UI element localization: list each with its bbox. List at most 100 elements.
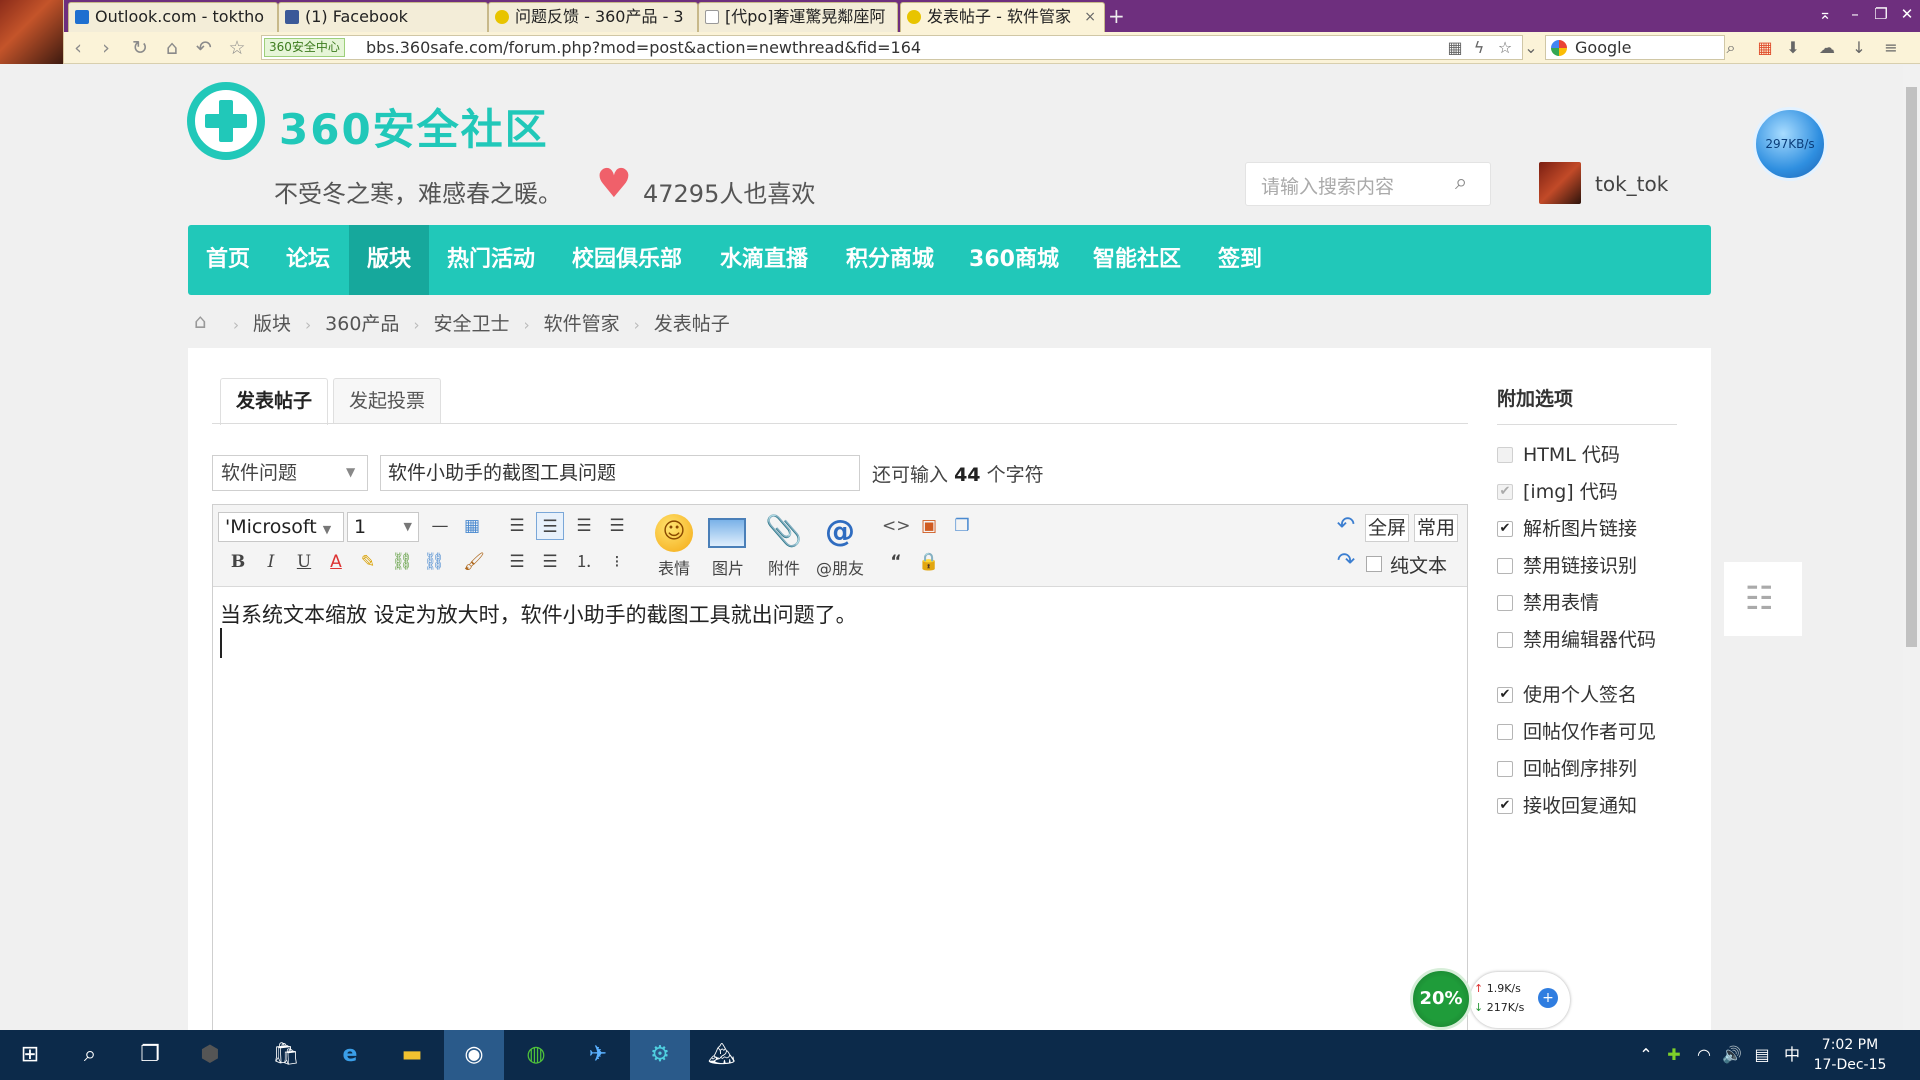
nav-360-mall[interactable]: 360商城 <box>953 225 1075 295</box>
breadcrumb-item[interactable]: 360产品 <box>325 313 399 335</box>
scrollbar-thumb[interactable] <box>1906 87 1917 647</box>
wifi-icon[interactable]: ◠ <box>1692 1040 1716 1070</box>
table-icon[interactable]: ▦ <box>458 512 486 540</box>
option-label[interactable]: 使用个人签名 <box>1523 682 1637 708</box>
undo-close-icon[interactable]: ↶ <box>192 36 216 60</box>
mention-icon[interactable]: @ <box>818 512 862 552</box>
browser-search-box[interactable] <box>1545 35 1725 60</box>
nav-sections[interactable]: 版块 <box>349 225 429 295</box>
search-icon[interactable]: ⌕ <box>1455 170 1467 195</box>
nav-hot-events[interactable]: 热门活动 <box>429 225 553 295</box>
pin-icon[interactable]: ⌅ <box>1810 2 1840 26</box>
option-label[interactable]: 回帖倒序排列 <box>1523 756 1637 782</box>
image-label[interactable]: 图片 <box>698 555 758 579</box>
window-icon[interactable]: ❐ <box>948 512 976 540</box>
plus-icon[interactable]: + <box>1538 988 1558 1008</box>
ordered-list-icon[interactable]: ⒈ <box>570 548 598 576</box>
favorite-star-icon[interactable]: ☆ <box>225 36 249 60</box>
back-icon[interactable]: ‹ <box>66 36 90 60</box>
plain-text-label[interactable]: 纯文本 <box>1390 551 1447 578</box>
option-checkbox[interactable] <box>1497 761 1513 777</box>
category-select[interactable]: 软件问题 <box>212 455 368 491</box>
option-label[interactable]: [img] 代码 <box>1523 479 1618 505</box>
reader-icon[interactable]: ▦ <box>1444 37 1466 59</box>
nav-live[interactable]: 水滴直播 <box>701 225 827 295</box>
volume-icon[interactable]: 🔊 <box>1720 1040 1744 1070</box>
chevron-down-icon[interactable]: ▼ <box>346 460 355 484</box>
window-close-icon[interactable]: ✕ <box>1892 2 1920 26</box>
bird-app-icon[interactable]: ✈ <box>568 1030 628 1080</box>
quote-icon[interactable]: “ <box>882 548 910 576</box>
tab-new-poll[interactable]: 发起投票 <box>333 378 441 424</box>
breadcrumb-item[interactable]: 软件管家 <box>544 313 620 335</box>
qr-code-icon[interactable]: ☷ <box>1745 580 1774 616</box>
option-checkbox[interactable] <box>1497 724 1513 740</box>
bold-icon[interactable]: B <box>224 548 252 576</box>
360-tray-icon[interactable]: ✚ <box>1662 1040 1686 1070</box>
option-checkbox[interactable]: ✔ <box>1497 798 1513 814</box>
photos-icon[interactable]: 🏔 <box>692 1030 752 1080</box>
common-button[interactable]: 常用 <box>1414 514 1458 542</box>
apps-icon[interactable]: ▦ <box>1754 37 1776 59</box>
highlight-icon[interactable]: ✎ <box>354 548 382 576</box>
heart-icon[interactable]: ♥ <box>596 164 632 204</box>
nav-smart-community[interactable]: 智能社区 <box>1075 225 1199 295</box>
menu-icon[interactable]: ≡ <box>1880 37 1902 59</box>
undo-icon[interactable]: ↶ <box>1332 512 1360 540</box>
plain-text-checkbox[interactable] <box>1366 556 1382 572</box>
indent-icon[interactable]: ☰ <box>536 548 564 576</box>
chevron-up-icon[interactable]: ⌃ <box>1634 1040 1658 1070</box>
font-select[interactable]: 'Microsoft ▼ <box>218 512 344 542</box>
download-icon[interactable]: ↓ <box>1848 37 1870 59</box>
reload-icon[interactable]: ↻ <box>128 36 152 60</box>
option-label[interactable]: 接收回复通知 <box>1523 793 1637 819</box>
task-view-icon[interactable]: ❐ <box>120 1030 180 1080</box>
unlink-icon[interactable]: ⛓ <box>420 548 448 576</box>
nav-points-mall[interactable]: 积分商城 <box>827 225 953 295</box>
option-checkbox[interactable] <box>1497 558 1513 574</box>
align-center-icon[interactable]: ☰ <box>570 512 598 540</box>
security-badge[interactable]: 360安全中心 <box>264 38 345 57</box>
unordered-list-icon[interactable]: ⁝ <box>603 548 631 576</box>
search-icon[interactable]: ⌕ <box>60 1030 120 1080</box>
float-right-icon[interactable]: ☰ <box>503 548 531 576</box>
free-icon[interactable]: ▣ <box>915 512 943 540</box>
browser-avatar[interactable] <box>0 0 64 64</box>
microphone-icon[interactable]: ⬇ <box>1782 37 1804 59</box>
360-browser-icon[interactable]: ◍ <box>506 1030 566 1080</box>
bookmark-star-icon[interactable]: ☆ <box>1494 37 1516 59</box>
file-explorer-icon[interactable]: ▬ <box>382 1030 442 1080</box>
size-select[interactable]: 1 ▼ <box>347 512 419 542</box>
tab-feedback[interactable]: 问题反馈 - 360产品 - 3 <box>488 2 698 32</box>
dropdown-icon[interactable]: ⌄ <box>1520 37 1542 59</box>
emoji-icon[interactable]: ☺ <box>655 514 693 552</box>
forward-icon[interactable]: › <box>94 36 118 60</box>
breadcrumb-item[interactable]: 安全卫士 <box>434 313 510 335</box>
option-label[interactable]: HTML 代码 <box>1523 442 1620 468</box>
address-url[interactable]: bbs.360safe.com/forum.php?mod=post&actio… <box>366 36 921 59</box>
font-color-icon[interactable]: A <box>322 548 350 576</box>
option-checkbox[interactable] <box>1497 595 1513 611</box>
code-icon[interactable]: <> <box>882 512 911 540</box>
new-tab-button[interactable]: + <box>1108 4 1125 28</box>
lock-icon[interactable]: 🔒 <box>915 548 943 576</box>
float-left-icon[interactable]: ☰ <box>503 512 531 540</box>
attachment-label[interactable]: 附件 <box>754 555 814 579</box>
option-label[interactable]: 禁用链接识别 <box>1523 553 1637 579</box>
option-label[interactable]: 回帖仅作者可见 <box>1523 719 1656 745</box>
tab-close-icon[interactable]: × <box>1084 3 1096 31</box>
option-label[interactable]: 禁用表情 <box>1523 590 1599 616</box>
tab-outlook[interactable]: Outlook.com - toktho <box>68 2 278 32</box>
memory-percent[interactable]: 20% <box>1410 968 1472 1030</box>
editor-body-text[interactable]: 当系统文本缩放 设定为放大时，软件小助手的截图工具就出问题了。 <box>220 599 857 629</box>
horizontal-rule-icon[interactable]: — <box>426 512 454 540</box>
tab-new-thread[interactable]: 发表帖子 - 软件管家 × <box>900 2 1105 32</box>
nav-forum[interactable]: 论坛 <box>268 225 348 295</box>
align-left-icon[interactable]: ☰ <box>536 512 564 540</box>
align-right-icon[interactable]: ☰ <box>603 512 631 540</box>
settings-icon[interactable]: ⚙ <box>630 1030 690 1080</box>
windows-start-icon[interactable]: ⊞ <box>0 1030 60 1080</box>
chrome-icon[interactable]: ◉ <box>444 1030 504 1080</box>
site-logo-text[interactable]: 360安全社区 <box>279 96 549 157</box>
italic-icon[interactable]: I <box>257 548 285 576</box>
